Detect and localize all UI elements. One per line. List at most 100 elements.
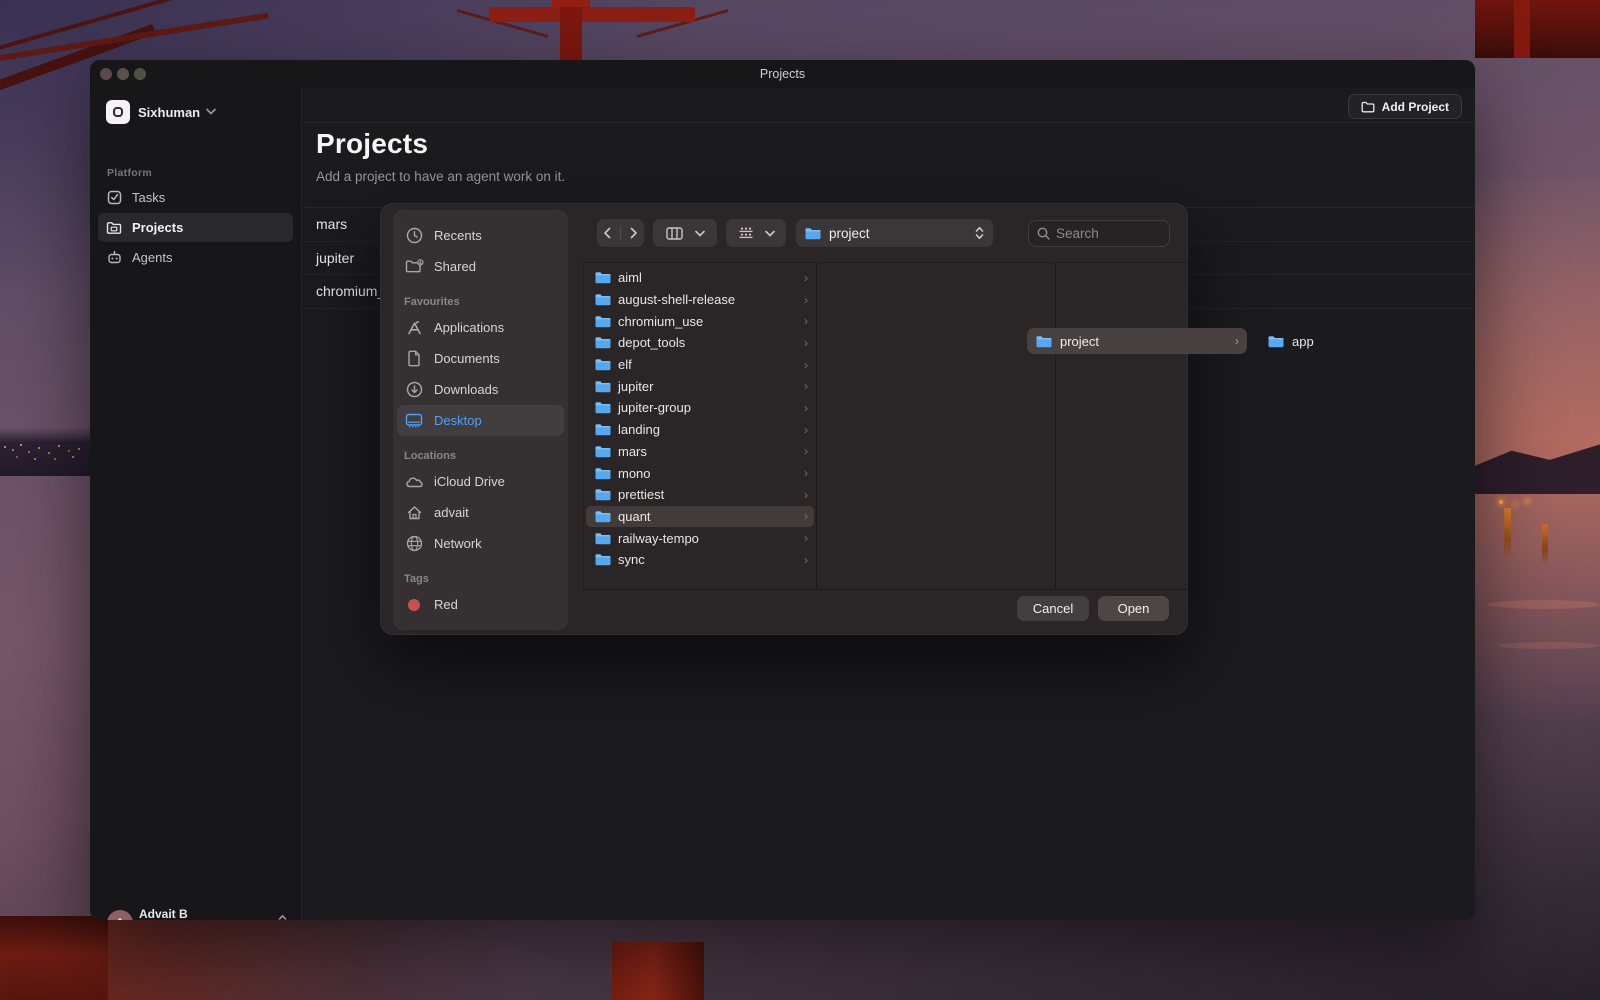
chevron-right-icon: › — [804, 293, 808, 307]
file-row[interactable]: mono› — [586, 462, 814, 484]
sidebar-item-label: Network — [434, 536, 482, 551]
downloads-icon — [404, 380, 424, 400]
sidebar-item-documents[interactable]: Documents — [397, 343, 564, 374]
sidebar-item-agents[interactable]: Agents — [98, 243, 293, 272]
sidebar-item-icloud-drive[interactable]: iCloud Drive — [397, 466, 564, 497]
bridge-tower — [560, 0, 582, 60]
sidebar-item-label: Desktop — [434, 413, 482, 428]
user-menu[interactable]: A Advait B advait@sixhuman.com — [90, 906, 301, 920]
folder-icon — [1036, 335, 1052, 348]
home-icon — [404, 503, 424, 523]
column-divider — [1055, 263, 1056, 589]
file-row-highlighted[interactable]: quant› — [586, 506, 814, 528]
folder-icon — [595, 532, 611, 545]
view-mode-button[interactable] — [653, 219, 717, 247]
chevron-right-icon: › — [804, 531, 808, 545]
file-name: project — [1060, 334, 1099, 349]
sidebar-item-label: Shared — [434, 259, 476, 274]
workspace-switcher[interactable]: Sixhuman — [90, 94, 301, 134]
file-row[interactable]: august-shell-release › — [586, 289, 814, 311]
file-name: quant — [618, 509, 651, 524]
path-dropdown[interactable]: project — [796, 219, 993, 247]
chevron-right-icon: › — [1235, 334, 1239, 348]
file-row[interactable]: jupiter-group› — [586, 397, 814, 419]
file-name: railway-tempo — [618, 531, 699, 546]
sidebar-item-applications[interactable]: Applications — [397, 312, 564, 343]
sidebar-item-downloads[interactable]: Downloads — [397, 374, 564, 405]
folder-icon — [595, 401, 611, 414]
file-row[interactable]: aiml› — [586, 267, 814, 289]
file-row[interactable]: chromium_use› — [586, 310, 814, 332]
column-divider — [816, 263, 817, 589]
file-open-dialog: Recents Shared Favourites Applications D — [380, 203, 1188, 635]
chevron-down-icon — [206, 108, 216, 115]
file-row[interactable]: sync› — [586, 549, 814, 571]
file-row[interactable]: railway-tempo › — [586, 527, 814, 549]
sidebar-item-network[interactable]: Network — [397, 528, 564, 559]
file-name: jupiter — [618, 379, 653, 394]
file-name: elf — [618, 357, 632, 372]
file-row[interactable]: prettiest › — [586, 484, 814, 506]
locations-section-label: Locations — [404, 450, 568, 466]
workspace-name: Sixhuman — [138, 105, 200, 120]
bridge-lights — [1499, 500, 1503, 504]
sidebar-item-shared[interactable]: Shared — [397, 251, 564, 282]
sixhuman-logo-icon — [113, 107, 123, 117]
forward-button[interactable] — [630, 227, 638, 239]
applications-icon — [404, 318, 424, 338]
sidebar-item-projects[interactable]: Projects — [98, 213, 293, 242]
folder-icon — [595, 293, 611, 306]
cancel-button[interactable]: Cancel — [1017, 596, 1089, 621]
sidebar-item-label: Downloads — [434, 382, 498, 397]
tasks-icon — [106, 190, 122, 206]
favourites-section-label: Favourites — [404, 296, 568, 312]
water-reflection — [1488, 600, 1600, 609]
file-row[interactable]: mars› — [586, 441, 814, 463]
file-column-1: aiml› august-shell-release › chromium_use… — [586, 267, 814, 571]
open-button[interactable]: Open — [1098, 596, 1169, 621]
city-lights — [4, 446, 6, 448]
file-row[interactable]: app — [1268, 328, 1314, 354]
file-row[interactable]: elf› — [586, 354, 814, 376]
app-sidebar: Sixhuman Platform Tasks Projects — [90, 88, 302, 920]
document-icon — [404, 349, 424, 369]
sidebar-item-home-advait[interactable]: advait — [397, 497, 564, 528]
chevron-right-icon: › — [804, 488, 808, 502]
file-name: mars — [618, 444, 647, 459]
add-project-button[interactable]: Add Project — [1348, 94, 1462, 119]
chevron-down-icon — [765, 230, 775, 237]
file-row[interactable]: jupiter › — [586, 375, 814, 397]
folder-icon — [595, 271, 611, 284]
platform-section-label: Platform — [107, 167, 152, 179]
file-name: prettiest — [618, 487, 664, 502]
sidebar-item-label: advait — [434, 505, 469, 520]
file-row[interactable]: landing› — [586, 419, 814, 441]
file-name: jupiter-group — [618, 400, 691, 415]
group-by-button[interactable] — [726, 219, 786, 247]
water-reflection — [1498, 642, 1600, 649]
globe-icon — [404, 534, 424, 554]
sidebar-item-label: iCloud Drive — [434, 474, 505, 489]
sidebar-item-tasks[interactable]: Tasks — [98, 183, 293, 212]
search-input[interactable] — [1056, 226, 1161, 241]
column-browser: aiml› august-shell-release › chromium_use… — [583, 262, 1188, 590]
desktop: Projects Sixhuman Platform Tasks — [0, 0, 1600, 1000]
file-row[interactable]: depot_tools› — [586, 332, 814, 354]
sidebar-item-desktop[interactable]: Desktop — [397, 405, 564, 436]
sidebar-item-label: Recents — [434, 228, 482, 243]
path-dropdown-value: project — [829, 226, 967, 241]
red-tag-icon — [404, 595, 424, 615]
bridge-deck — [0, 916, 108, 1000]
back-button[interactable] — [603, 227, 611, 239]
sidebar-item-recents[interactable]: Recents — [397, 220, 564, 251]
bridge-lights — [1542, 524, 1548, 566]
search-field[interactable] — [1028, 220, 1170, 247]
file-row-selected[interactable]: project › — [1027, 328, 1247, 354]
folder-icon — [595, 423, 611, 436]
user-name: Advait B — [139, 907, 188, 920]
chevron-right-icon: › — [804, 379, 808, 393]
sidebar-item-tag-red[interactable]: Red — [397, 589, 564, 620]
search-icon — [1037, 227, 1050, 240]
folder-icon — [595, 510, 611, 523]
file-name: august-shell-release — [618, 292, 735, 307]
